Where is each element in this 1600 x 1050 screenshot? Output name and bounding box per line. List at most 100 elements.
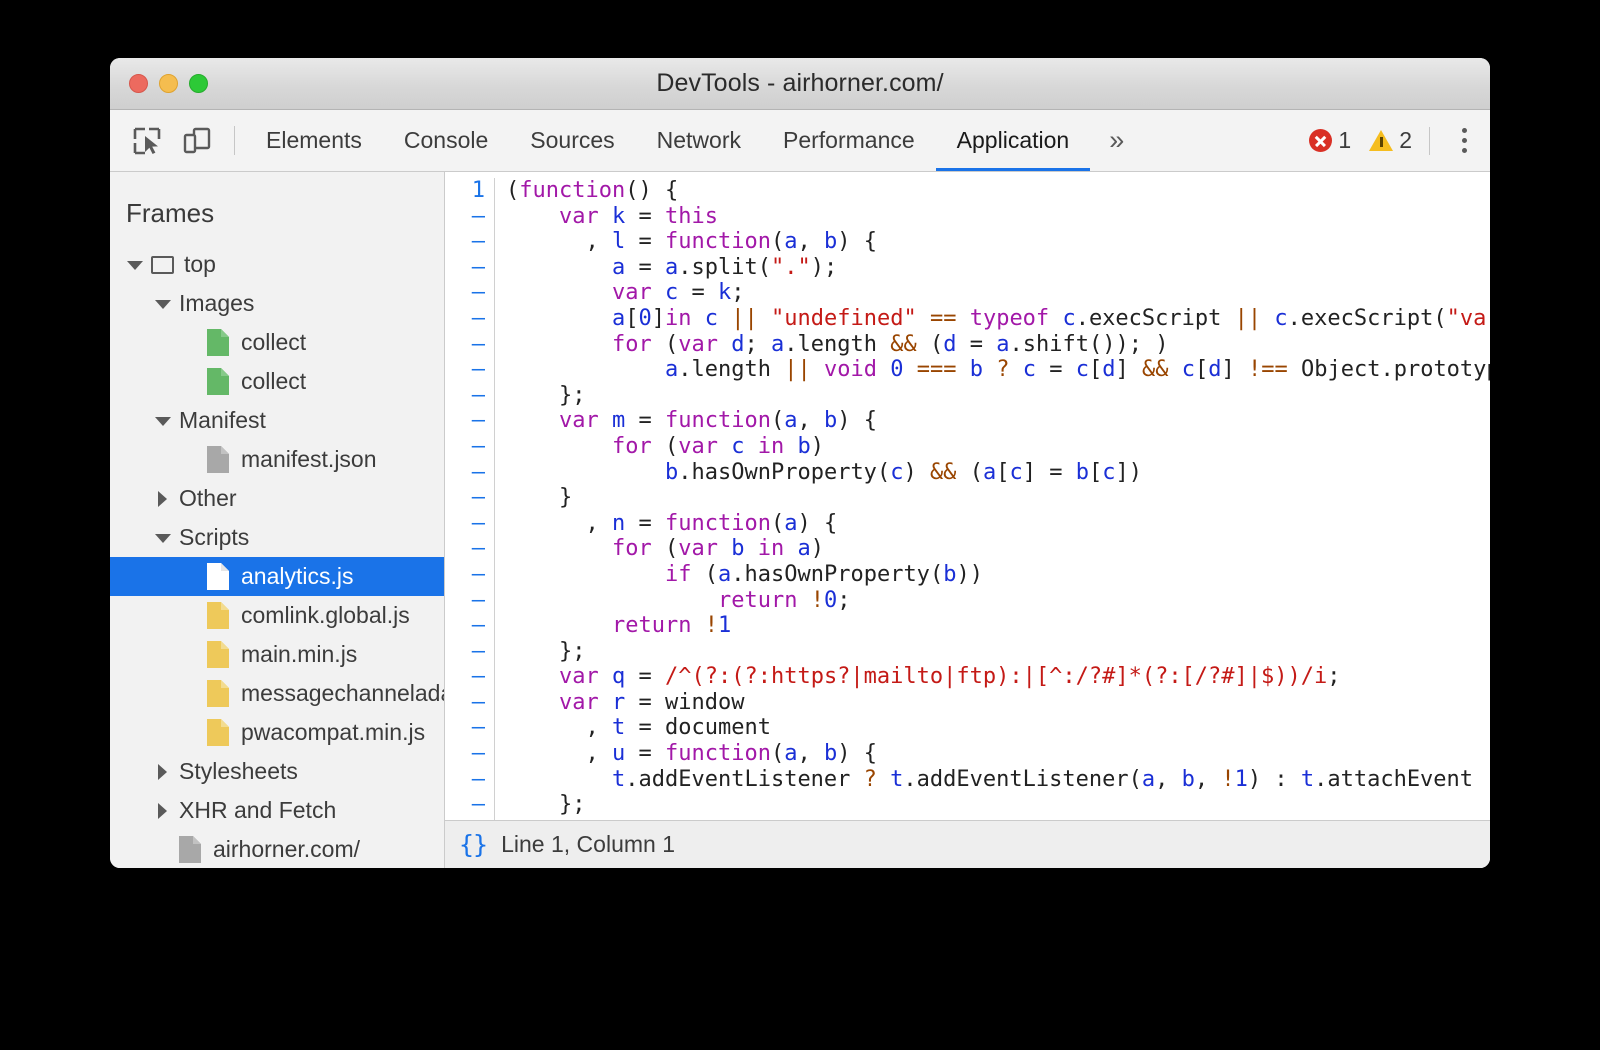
tree-item-collect[interactable]: collect [110, 323, 444, 362]
kebab-dot [1462, 148, 1467, 153]
kebab-dot [1462, 138, 1467, 143]
tree-item-label: collect [241, 329, 306, 356]
device-toolbar-icon[interactable] [172, 110, 222, 171]
tree-item-label: Manifest [179, 407, 266, 434]
close-button[interactable] [129, 74, 148, 93]
tab-label: Performance [783, 127, 915, 154]
tree-item-label: pwacompat.min.js [241, 719, 425, 746]
minimize-button[interactable] [159, 74, 178, 93]
code-line: a[0]in c || "undefined" == typeof c.exec… [506, 306, 1490, 332]
more-tabs-button[interactable]: » [1090, 110, 1143, 171]
error-counter[interactable]: 1 [1300, 127, 1360, 154]
line-number: – [445, 485, 485, 511]
line-number: – [445, 511, 485, 537]
line-number: – [445, 255, 485, 281]
tab-network[interactable]: Network [636, 110, 762, 171]
document-icon [207, 329, 229, 356]
code-text[interactable]: (function() { var k = this , l = functio… [495, 178, 1490, 820]
tree-item-manifest[interactable]: Manifest [110, 401, 444, 440]
issue-counters: 1 2 [1300, 110, 1490, 171]
zoom-button[interactable] [189, 74, 208, 93]
tab-label: Application [957, 127, 1070, 154]
twisty-right-icon[interactable] [154, 763, 172, 781]
toolbar-divider [234, 126, 235, 155]
document-icon [207, 641, 229, 668]
line-number: – [445, 383, 485, 409]
tab-elements[interactable]: Elements [245, 110, 383, 171]
pretty-print-icon[interactable]: {} [459, 830, 487, 859]
code-line: var r = window [506, 690, 1490, 716]
line-number: – [445, 588, 485, 614]
code-line: var q = /^(?:(?:https?|mailto|ftp):|[^:/… [506, 664, 1490, 690]
line-number: – [445, 280, 485, 306]
code-line: , n = function(a) { [506, 511, 1490, 537]
tree-item-scripts[interactable]: Scripts [110, 518, 444, 557]
tree-item-label: airhorner.com/ [213, 836, 360, 863]
twisty-down-icon[interactable] [126, 256, 144, 274]
tree-item-pwacompat-min-js[interactable]: pwacompat.min.js [110, 713, 444, 752]
line-number: – [445, 639, 485, 665]
line-number: – [445, 306, 485, 332]
line-number: – [445, 792, 485, 818]
code-line: a = a.split("."); [506, 255, 1490, 281]
error-count: 1 [1338, 127, 1351, 154]
tree-item-comlink-global-js[interactable]: comlink.global.js [110, 596, 444, 635]
window-title-bar: DevTools - airhorner.com/ [110, 58, 1490, 110]
tree-item-top[interactable]: top [110, 245, 444, 284]
tab-label: Network [657, 127, 741, 154]
tab-performance[interactable]: Performance [762, 110, 936, 171]
tree-item-images[interactable]: Images [110, 284, 444, 323]
document-icon [207, 446, 229, 473]
tree-item-other[interactable]: Other [110, 479, 444, 518]
frame-icon [151, 256, 174, 274]
warning-icon [1369, 130, 1393, 151]
toolbar-icon-group [110, 110, 222, 171]
code-line: return !1 [506, 613, 1490, 639]
inspect-element-icon[interactable] [122, 110, 172, 171]
frames-sidebar[interactable]: Frames topImagescollectcollectManifestma… [110, 172, 445, 868]
code-line: for (var c in b) [506, 434, 1490, 460]
tree-item-messagechanneladapter-js[interactable]: messagechanneladapter.js [110, 674, 444, 713]
code-line: , l = function(a, b) { [506, 229, 1490, 255]
twisty-down-icon[interactable] [154, 295, 172, 313]
tab-application[interactable]: Application [936, 110, 1091, 171]
tree-item-label: manifest.json [241, 446, 377, 473]
devtools-window: DevTools - airhorner.com/ Elements Conso… [110, 58, 1490, 868]
line-number: – [445, 664, 485, 690]
twisty-right-icon[interactable] [154, 490, 172, 508]
tree-item-label: top [184, 251, 216, 278]
document-icon [207, 563, 229, 590]
code-line: return !0; [506, 588, 1490, 614]
line-number: – [445, 204, 485, 230]
line-number: – [445, 536, 485, 562]
tree-item-manifest-json[interactable]: manifest.json [110, 440, 444, 479]
code-line: , t = document [506, 715, 1490, 741]
tree-item-stylesheets[interactable]: Stylesheets [110, 752, 444, 791]
twisty-down-icon[interactable] [154, 412, 172, 430]
code-line: b.hasOwnProperty(c) && (a[c] = b[c]) [506, 460, 1490, 486]
devtools-toolbar: Elements Console Sources Network Perform… [110, 110, 1490, 172]
cursor-position-label: Line 1, Column 1 [501, 831, 675, 858]
frames-tree: top Images collect collect Manifest manifest.… [110, 245, 444, 868]
warning-counter[interactable]: 2 [1360, 127, 1421, 154]
code-line: } [506, 485, 1490, 511]
tab-label: Console [404, 127, 488, 154]
tree-item-main-min-js[interactable]: main.min.js [110, 635, 444, 674]
more-options-icon[interactable] [1442, 128, 1486, 153]
window-title: DevTools - airhorner.com/ [110, 69, 1490, 98]
code-scroll-area[interactable]: 1––––––––––––––––––––––––– (function() {… [445, 172, 1490, 820]
line-number: – [445, 434, 485, 460]
code-line: }; [506, 383, 1490, 409]
tree-item-xhr-and-fetch[interactable]: XHR and Fetch [110, 791, 444, 830]
code-line: for (var d; a.length && (d = a.shift());… [506, 332, 1490, 358]
tree-item-label: comlink.global.js [241, 602, 410, 629]
tree-item-analytics-js[interactable]: analytics.js [110, 557, 444, 596]
tree-item-collect[interactable]: collect [110, 362, 444, 401]
tab-console[interactable]: Console [383, 110, 509, 171]
tab-sources[interactable]: Sources [509, 110, 635, 171]
document-icon [207, 680, 229, 707]
twisty-right-icon[interactable] [154, 802, 172, 820]
editor-status-bar: {} Line 1, Column 1 [445, 820, 1490, 868]
tree-item-airhorner-com-[interactable]: airhorner.com/ [110, 830, 444, 868]
twisty-down-icon[interactable] [154, 529, 172, 547]
